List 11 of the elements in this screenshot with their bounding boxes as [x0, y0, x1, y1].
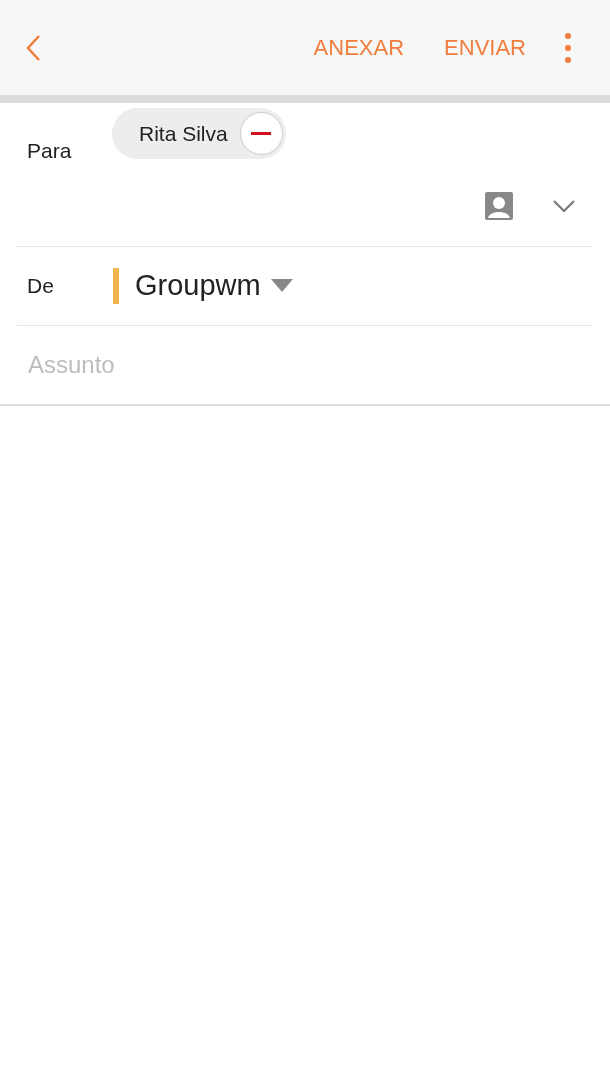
more-icon[interactable] — [564, 32, 572, 63]
chevron-down-icon[interactable] — [552, 199, 576, 213]
to-label: Para — [27, 138, 73, 164]
subject-field[interactable]: Assunto — [17, 325, 593, 404]
remove-icon[interactable] — [239, 112, 283, 155]
contact-icon[interactable] — [484, 191, 514, 221]
from-label: De — [27, 272, 55, 299]
recipient-name: Rita Silva — [139, 120, 228, 147]
recipient-chip[interactable]: Rita Silva — [112, 108, 286, 159]
dropdown-icon — [270, 278, 293, 293]
account-dropdown[interactable]: Groupwm — [135, 263, 293, 308]
